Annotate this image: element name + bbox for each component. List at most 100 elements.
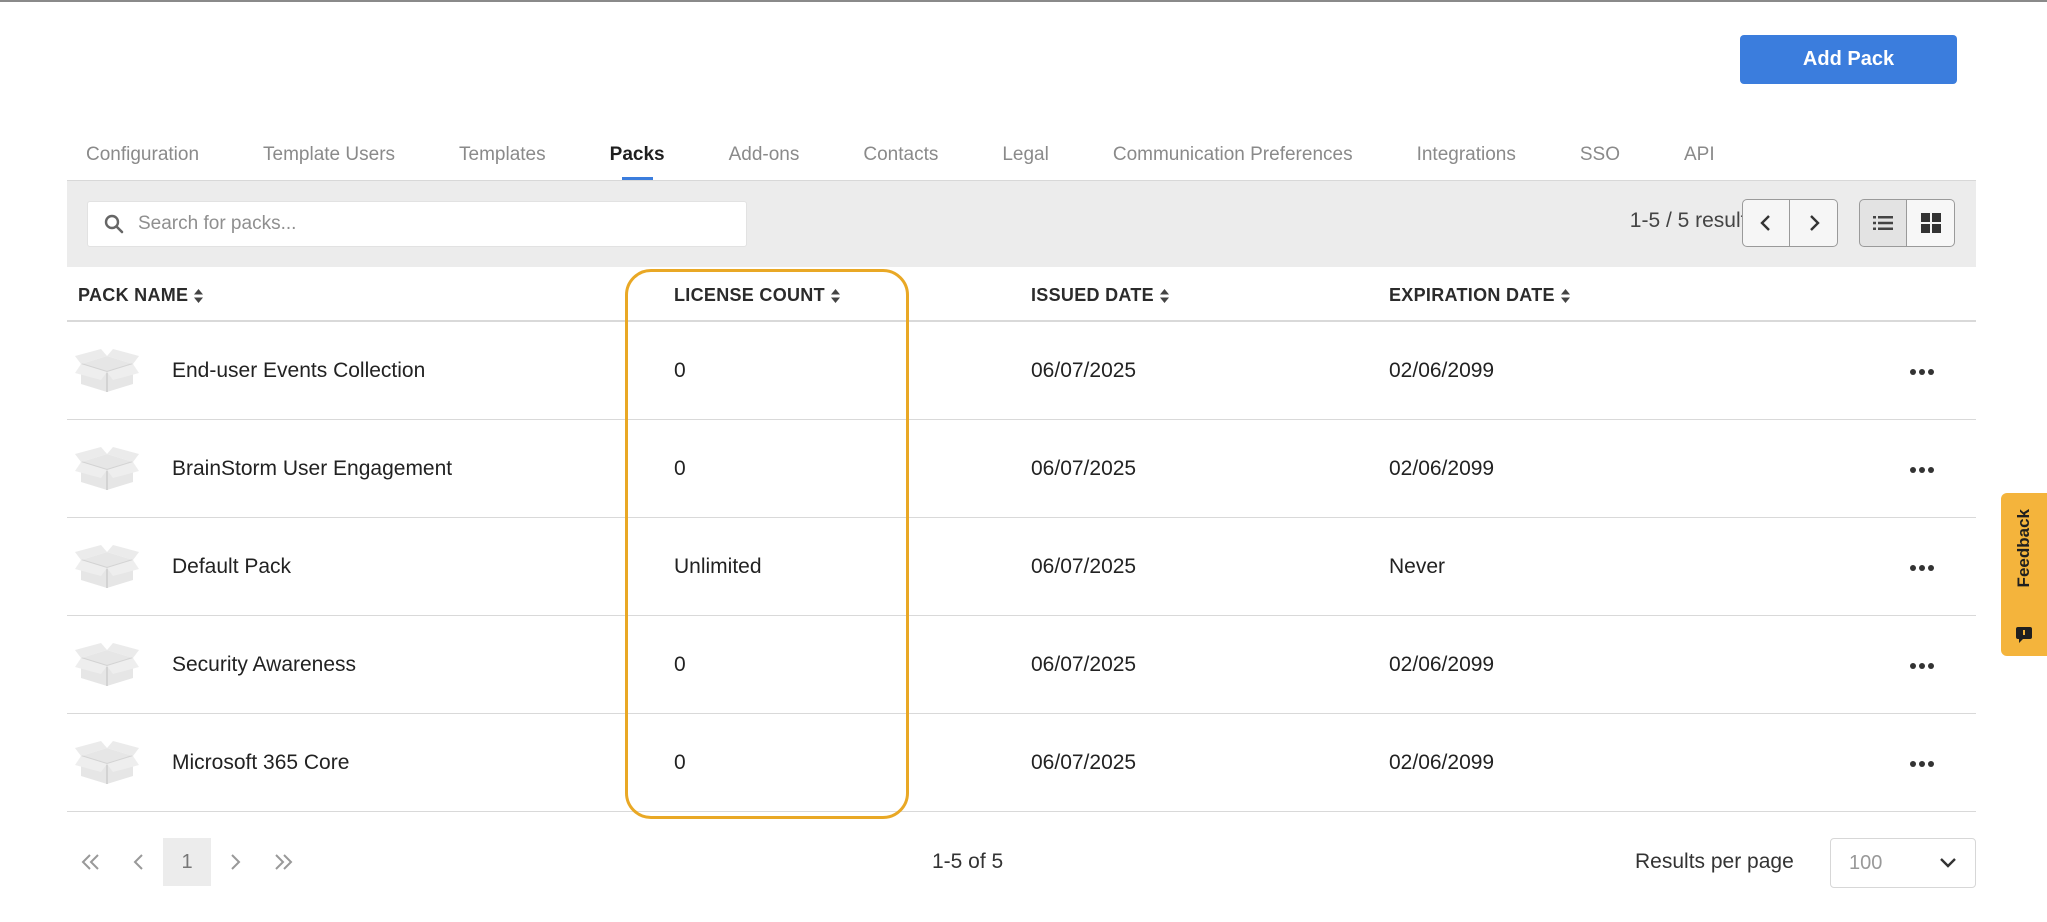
- footer-next-page-button[interactable]: [211, 838, 259, 886]
- issued-date-cell: 06/07/2025: [1031, 457, 1137, 480]
- column-header-pack-name[interactable]: PACK NAME: [78, 285, 204, 306]
- table-row[interactable]: BrainStorm User Engagement 0 06/07/2025 02/…: [67, 420, 1976, 518]
- package-icon: [75, 640, 139, 688]
- table-toolbar: 1-5 / 5 results: [67, 180, 1976, 267]
- column-header-license-count[interactable]: LICENSE COUNT: [674, 285, 840, 306]
- more-icon: [1910, 558, 1934, 576]
- table-row[interactable]: Default Pack Unlimited 06/07/2025 Never: [67, 518, 1976, 616]
- top-border: [0, 0, 2047, 2]
- footer-previous-page-button[interactable]: [115, 838, 163, 886]
- chevron-left-icon: [133, 854, 143, 870]
- tab-communication-preferences[interactable]: Communication Preferences: [1113, 130, 1353, 180]
- page-range-text: 1-5 of 5: [932, 850, 1004, 873]
- page-number-button[interactable]: 1: [163, 838, 211, 886]
- list-view-button[interactable]: [1859, 199, 1907, 247]
- tab-contacts[interactable]: Contacts: [863, 130, 938, 180]
- column-label: EXPIRATION DATE: [1389, 285, 1555, 305]
- pack-name-cell[interactable]: Microsoft 365 Core: [172, 714, 349, 812]
- tab-templates[interactable]: Templates: [459, 130, 546, 180]
- double-chevron-left-icon: [81, 854, 99, 870]
- search-box: [87, 201, 747, 247]
- sort-icon: [194, 288, 204, 303]
- table-footer: 1 1-5 of 5 Results per page 100: [67, 836, 1976, 888]
- feedback-label: Feedback: [2014, 509, 2033, 588]
- tab-api[interactable]: API: [1684, 130, 1715, 180]
- expiration-date-cell: Never: [1389, 555, 1446, 578]
- column-header-expiration-date[interactable]: EXPIRATION DATE: [1389, 285, 1570, 306]
- sort-icon: [1159, 288, 1169, 303]
- sort-icon: [1560, 288, 1570, 303]
- list-view-icon: [1873, 216, 1893, 230]
- tab-bar: Configuration Template Users Templates P…: [86, 130, 1779, 180]
- expiration-date-cell: 02/06/2099: [1389, 359, 1495, 382]
- row-actions-button[interactable]: [1907, 356, 1937, 386]
- pack-name-cell[interactable]: Security Awareness: [172, 616, 356, 714]
- toolbar-pager: [1742, 199, 1838, 247]
- more-icon: [1910, 656, 1934, 674]
- pack-name-cell[interactable]: End-user Events Collection: [172, 322, 425, 420]
- column-label: ISSUED DATE: [1031, 285, 1154, 305]
- issued-date-cell: 06/07/2025: [1031, 751, 1137, 774]
- row-actions-button[interactable]: [1907, 552, 1937, 582]
- chevron-right-icon: [1809, 215, 1820, 231]
- results-count: 1-5 / 5 results: [1629, 209, 1757, 232]
- tab-sso[interactable]: SSO: [1580, 130, 1620, 180]
- package-icon: [75, 444, 139, 492]
- search-input[interactable]: [138, 213, 698, 235]
- issued-date-cell: 06/07/2025: [1031, 359, 1137, 382]
- package-icon: [75, 738, 139, 786]
- feedback-tab[interactable]: Feedback: [2001, 493, 2047, 656]
- first-page-button[interactable]: [67, 838, 115, 886]
- column-label: LICENSE COUNT: [674, 285, 825, 305]
- chevron-left-icon: [1760, 215, 1770, 231]
- packs-table: PACK NAME LICENSE COUNT ISSUED DATE EXPI…: [67, 267, 1976, 812]
- results-per-page-value: 100: [1849, 851, 1883, 874]
- issued-date-cell: 06/07/2025: [1031, 653, 1137, 676]
- column-label: PACK NAME: [78, 285, 189, 305]
- table-row[interactable]: End-user Events Collection 0 06/07/2025 02/…: [67, 322, 1976, 420]
- package-icon: [75, 542, 139, 590]
- add-pack-button[interactable]: Add Pack: [1740, 35, 1957, 84]
- grid-view-icon: [1920, 213, 1941, 233]
- tab-configuration[interactable]: Configuration: [86, 130, 199, 180]
- license-count-cell: Unlimited: [674, 555, 762, 578]
- previous-page-button[interactable]: [1742, 199, 1790, 247]
- last-page-button[interactable]: [259, 838, 307, 886]
- next-page-button[interactable]: [1790, 199, 1838, 247]
- tab-add-ons[interactable]: Add-ons: [729, 130, 800, 180]
- tab-template-users[interactable]: Template Users: [263, 130, 395, 180]
- pack-name-cell[interactable]: Default Pack: [172, 518, 291, 616]
- search-icon: [104, 214, 124, 234]
- license-count-cell: 0: [674, 359, 686, 382]
- tab-packs[interactable]: Packs: [610, 130, 665, 180]
- table-row[interactable]: Security Awareness 0 06/07/2025 02/06/2099: [67, 616, 1976, 714]
- license-count-cell: 0: [674, 653, 686, 676]
- row-actions-button[interactable]: [1907, 650, 1937, 680]
- footer-pager: 1: [67, 836, 307, 888]
- pack-name-cell[interactable]: BrainStorm User Engagement: [172, 420, 452, 518]
- results-per-page-label: Results per page: [1635, 850, 1794, 873]
- double-chevron-right-icon: [275, 854, 293, 870]
- sort-icon: [830, 288, 840, 303]
- license-count-cell: 0: [674, 457, 686, 480]
- tab-integrations[interactable]: Integrations: [1417, 130, 1516, 180]
- more-icon: [1910, 754, 1934, 772]
- column-header-issued-date[interactable]: ISSUED DATE: [1031, 285, 1169, 306]
- chevron-down-icon: [1940, 858, 1956, 868]
- more-icon: [1910, 362, 1934, 380]
- expiration-date-cell: 02/06/2099: [1389, 457, 1495, 480]
- grid-view-button[interactable]: [1907, 199, 1955, 247]
- row-actions-button[interactable]: [1907, 454, 1937, 484]
- expiration-date-cell: 02/06/2099: [1389, 653, 1495, 676]
- table-header: PACK NAME LICENSE COUNT ISSUED DATE EXPI…: [67, 267, 1976, 322]
- expiration-date-cell: 02/06/2099: [1389, 751, 1495, 774]
- chevron-right-icon: [231, 854, 241, 870]
- issued-date-cell: 06/07/2025: [1031, 555, 1137, 578]
- tab-legal[interactable]: Legal: [1002, 130, 1049, 180]
- table-row[interactable]: Microsoft 365 Core 0 06/07/2025 02/06/2099: [67, 714, 1976, 812]
- view-toggle: [1859, 199, 1955, 247]
- row-actions-button[interactable]: [1907, 748, 1937, 778]
- package-icon: [75, 346, 139, 394]
- results-per-page-select[interactable]: 100: [1830, 838, 1976, 888]
- license-count-cell: 0: [674, 751, 686, 774]
